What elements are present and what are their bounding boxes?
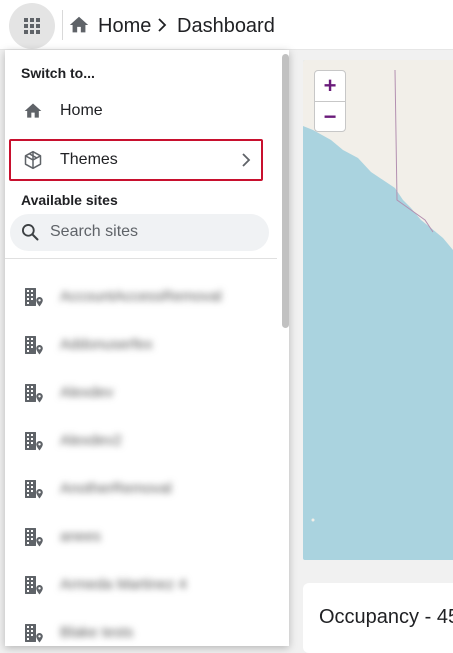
breadcrumb-dashboard: Dashboard <box>177 15 275 37</box>
site-search-input[interactable] <box>50 222 250 242</box>
building-icon <box>25 432 43 451</box>
breadcrumb-home[interactable]: Home <box>98 14 151 38</box>
zoom-in-button[interactable]: + <box>315 71 345 102</box>
home-icon <box>24 103 42 118</box>
site-list-item[interactable]: AnotherRemoval <box>5 465 277 513</box>
site-name: Blake tests <box>60 624 134 641</box>
building-icon <box>25 384 43 403</box>
site-list-item[interactable]: Armeda Martinez 4 <box>5 561 277 609</box>
app-switcher-button[interactable] <box>9 3 55 49</box>
building-icon <box>25 480 43 499</box>
site-list-item[interactable]: Alexdev <box>5 369 277 417</box>
site-name: anees <box>60 528 101 545</box>
grid-icon <box>24 18 40 34</box>
site-name: AccountAccessRemoval <box>60 288 222 305</box>
chevron-right-icon <box>242 153 251 167</box>
site-list-item[interactable]: anees <box>5 513 277 561</box>
site-search[interactable] <box>10 214 269 251</box>
menu-item-themes[interactable]: Themes <box>9 139 263 181</box>
site-name: Addonuserfex <box>60 336 153 353</box>
site-name: Armeda Martinez 4 <box>60 576 187 593</box>
site-switcher-panel: Switch to... Home Themes Available sites <box>5 50 289 646</box>
sites-divider <box>5 258 277 259</box>
building-icon <box>25 288 43 307</box>
occupancy-card: Occupancy - 45 <box>303 583 453 653</box>
building-icon <box>25 624 43 643</box>
top-bar: Home Dashboard <box>0 0 453 50</box>
building-icon <box>25 576 43 595</box>
search-icon <box>22 224 39 241</box>
available-sites-heading: Available sites <box>21 192 118 208</box>
panel-scrollbar[interactable] <box>282 54 289 328</box>
building-icon <box>25 336 43 355</box>
site-list-item[interactable]: AccountAccessRemoval <box>5 273 277 321</box>
menu-item-label: Themes <box>60 151 118 168</box>
occupancy-card-title: Occupancy - 45 <box>319 606 453 628</box>
themes-icon <box>24 150 42 170</box>
switch-to-heading: Switch to... <box>21 65 95 81</box>
menu-item-home[interactable]: Home <box>9 91 263 131</box>
zoom-out-button[interactable]: − <box>315 102 345 132</box>
toolbar-divider <box>62 10 63 40</box>
home-icon <box>69 16 89 33</box>
site-name: AnotherRemoval <box>60 480 172 497</box>
site-name: Alexdev2 <box>60 432 122 449</box>
site-list-item[interactable]: Alexdev2 <box>5 417 277 465</box>
map-land <box>303 60 453 522</box>
menu-item-label: Home <box>60 102 103 119</box>
building-icon <box>25 528 43 547</box>
map-view[interactable] <box>303 60 453 560</box>
map-zoom-control: + − <box>314 70 346 132</box>
site-name: Alexdev <box>60 384 114 401</box>
site-list-item[interactable]: Blake tests <box>5 609 277 646</box>
chevron-right-icon <box>158 18 167 32</box>
site-list-item[interactable]: Addonuserfex <box>5 321 277 369</box>
